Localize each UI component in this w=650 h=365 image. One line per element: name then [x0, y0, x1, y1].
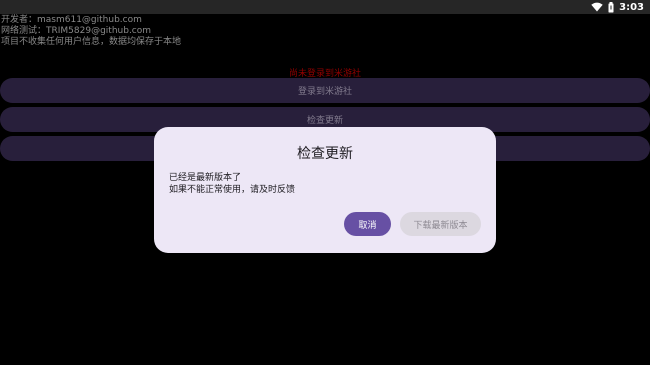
cancel-button-label: 取消: [358, 220, 377, 231]
dialog-message-line2: 如果不能正常使用，请及时反馈: [169, 185, 296, 195]
clock-time: 3:03: [619, 1, 644, 13]
battery-icon: [608, 1, 614, 13]
download-latest-button-label: 下载最新版本: [413, 220, 468, 231]
status-bar: 3:03: [0, 0, 650, 14]
update-dialog: 检查更新 已经是最新版本了 如果不能正常使用，请及时反馈 取消 下载最新版本: [154, 127, 496, 253]
dialog-title: 检查更新: [297, 146, 353, 162]
dialog-message: 已经是最新版本了 如果不能正常使用，请及时反馈: [169, 172, 295, 196]
download-latest-button[interactable]: 下载最新版本: [400, 212, 481, 236]
cancel-button[interactable]: 取消: [344, 212, 391, 236]
dialog-message-line1: 已经是最新版本了: [169, 173, 242, 183]
status-icons: 3:03: [591, 0, 644, 14]
wifi-icon: [591, 2, 603, 12]
